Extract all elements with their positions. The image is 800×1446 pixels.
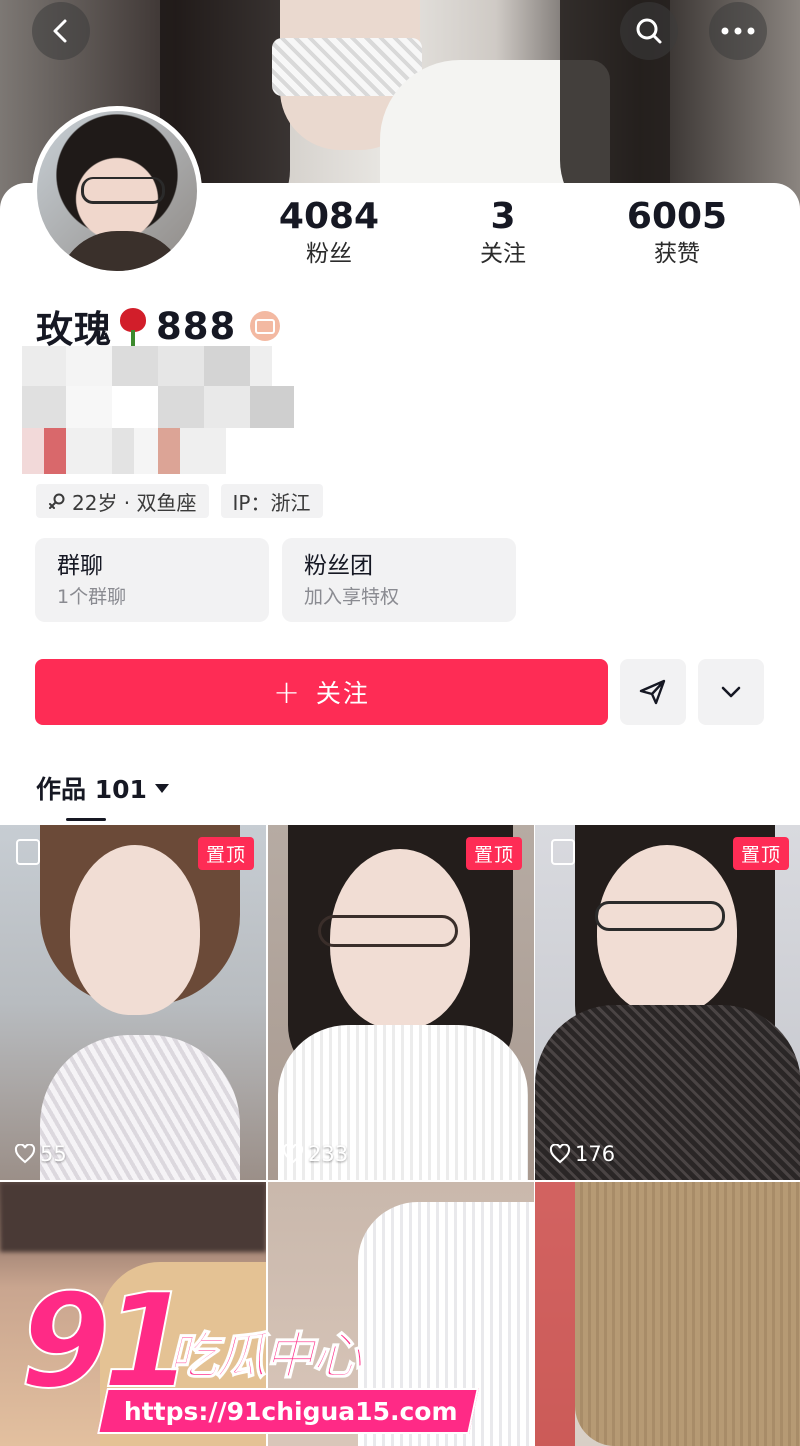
pinned-badge: 置顶 (732, 837, 789, 870)
send-icon (639, 679, 666, 705)
watermark-text: 吃瓜中心 (167, 1326, 363, 1386)
stat-followers[interactable]: 4084 粉丝 (259, 197, 399, 271)
like-count: 55 (14, 1142, 67, 1166)
stat-likes[interactable]: 6005 获赞 (607, 197, 747, 271)
chevron-left-icon (53, 19, 67, 43)
entry-title: 群聊 (57, 553, 103, 579)
group-chat-entry[interactable]: 群聊 1个群聊 (35, 538, 269, 622)
profile-name: 玫瑰 888 (36, 302, 281, 351)
female-gender-icon (48, 492, 66, 510)
video-tile[interactable]: 置顶 55 (0, 825, 266, 1180)
more-button[interactable] (709, 2, 767, 60)
profile-tags: 22岁 · 双鱼座 IP：浙江 (36, 484, 323, 518)
rose-emoji-icon (116, 306, 150, 346)
stat-value: 6005 (626, 196, 728, 237)
stat-label: 获赞 (654, 241, 700, 267)
bio-mosaic (22, 346, 294, 476)
watermark-number: 91 (19, 1265, 194, 1417)
creator-badge-icon[interactable] (250, 311, 281, 341)
watermark-url: https://91chigua15.com (97, 1388, 479, 1434)
tag-ip-text: IP：浙江 (232, 490, 311, 515)
like-count: 233 (282, 1142, 348, 1166)
chevron-down-icon (721, 686, 741, 698)
video-tile[interactable]: 置顶 233 (268, 825, 534, 1180)
name-suffix: 888 (156, 304, 237, 348)
avatar[interactable] (32, 106, 202, 276)
follow-label: 关注 (315, 679, 370, 708)
follow-button[interactable]: + 关注 (35, 659, 608, 725)
share-button[interactable] (620, 659, 686, 725)
plus-icon: + (273, 673, 302, 711)
stat-label: 关注 (480, 241, 526, 267)
like-count-text: 55 (40, 1142, 67, 1166)
back-button[interactable] (32, 2, 90, 60)
like-count-text: 176 (575, 1142, 616, 1166)
fan-club-entry[interactable]: 粉丝团 加入享特权 (282, 538, 516, 622)
heart-icon (282, 1144, 304, 1164)
like-count-text: 233 (308, 1142, 349, 1166)
stat-value: 4084 (278, 196, 380, 237)
search-icon (636, 18, 662, 44)
tag-ip: IP：浙江 (220, 484, 323, 518)
pinned-badge: 置顶 (465, 837, 522, 870)
tag-age-zodiac: 22岁 · 双鱼座 (36, 484, 209, 518)
more-horizontal-icon (721, 27, 755, 35)
site-watermark: 91 吃瓜中心 https://91chigua15.com (19, 1265, 479, 1436)
caret-down-icon (154, 783, 169, 793)
avatar-body (57, 231, 187, 271)
video-tile[interactable] (535, 1182, 800, 1446)
entry-title: 粉丝团 (304, 553, 373, 579)
search-button[interactable] (620, 2, 678, 60)
name-prefix: 玫瑰 (36, 308, 112, 351)
heart-icon (549, 1144, 571, 1164)
pinned-badge: 置顶 (197, 837, 254, 870)
stat-following[interactable]: 3 关注 (433, 197, 573, 271)
heart-icon (14, 1144, 36, 1164)
works-tab-label: 作品 101 (36, 775, 147, 804)
like-count: 176 (549, 1142, 615, 1166)
works-tab-indicator (66, 818, 106, 821)
more-options-button[interactable] (698, 659, 764, 725)
entry-subtitle: 1个群聊 (57, 586, 127, 608)
stat-label: 粉丝 (306, 241, 352, 267)
avatar-glasses (81, 177, 165, 204)
tab-works[interactable]: 作品 101 (36, 768, 169, 808)
watermark-url-text: https://91chigua15.com (124, 1396, 458, 1426)
stat-value: 3 (490, 196, 516, 237)
video-tile[interactable]: 置顶 176 (535, 825, 800, 1180)
entry-subtitle: 加入享特权 (304, 586, 400, 608)
tag-age-zodiac-text: 22岁 · 双鱼座 (72, 490, 197, 515)
image-type-icon (16, 839, 40, 865)
image-type-icon (551, 839, 575, 865)
